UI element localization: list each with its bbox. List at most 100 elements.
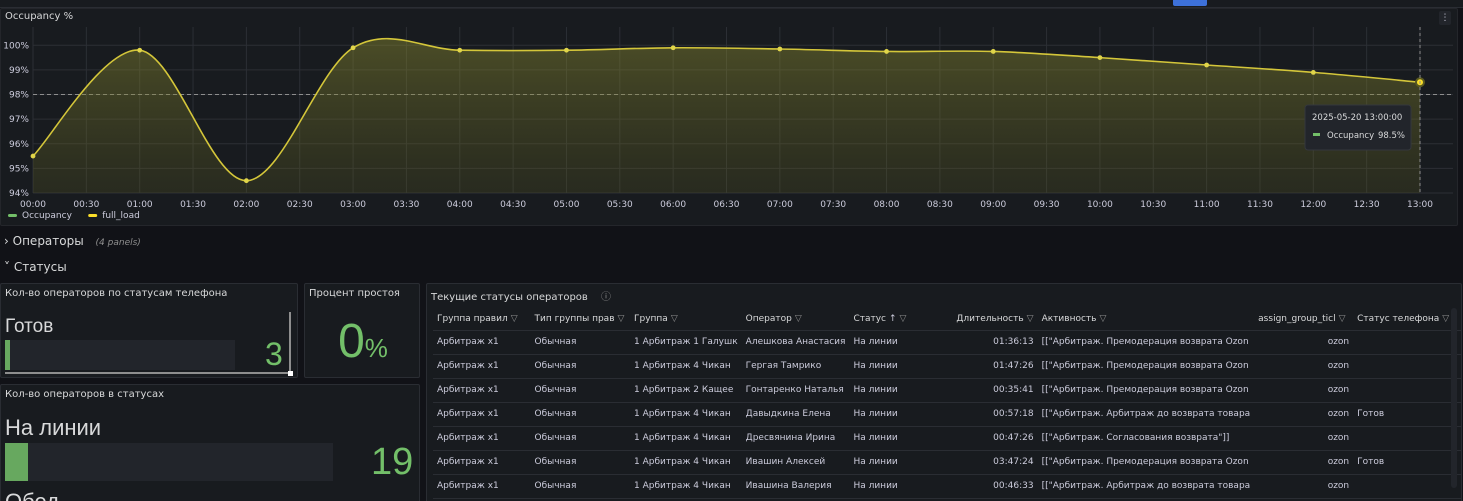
operator-cell: Гергая Тамрико xyxy=(741,354,850,379)
activity-cell: [["Арбитраж. Премодерация возврата Ozon xyxy=(1037,450,1255,475)
phone-status-cell xyxy=(1353,426,1461,451)
x-tick-label: 05:00 xyxy=(553,200,579,210)
data-point[interactable] xyxy=(350,45,356,51)
filter-icon[interactable]: ▽ xyxy=(1339,314,1346,324)
table-row[interactable]: Арбитраж x1 Обычная 1 Арбитраж 1 Галушк Але… xyxy=(433,330,1461,355)
row-label: Операторы xyxy=(12,234,84,248)
table-row[interactable]: Арбитраж x1 Обычная 1 Арбитраж 4 Чикан Дрес… xyxy=(433,426,1461,451)
phone-status-panel: Кол-во операторов по статусам телефона Г… xyxy=(0,283,298,378)
activity-cell: [["Арбитраж. Премодерация возврата Ozon xyxy=(1037,330,1255,355)
x-tick-label: 08:00 xyxy=(874,200,900,210)
status-cell: На линии xyxy=(849,330,941,355)
group-type-cell: Обычная xyxy=(530,378,631,403)
legend-swatch[interactable] xyxy=(8,214,17,217)
activity-cell: [["Арбитраж. Согласования возврата"]] xyxy=(1037,426,1255,451)
data-point[interactable] xyxy=(30,153,36,159)
x-tick-label: 02:30 xyxy=(287,200,313,210)
filter-icon[interactable]: ▽ xyxy=(1442,314,1449,324)
column-header[interactable]: Группа правил ▽ xyxy=(433,308,531,331)
bar-label-2: Обед xyxy=(5,489,59,501)
data-point[interactable] xyxy=(1204,62,1210,68)
rule-group-cell: Арбитраж x1 xyxy=(433,426,531,451)
filter-icon[interactable]: ▽ xyxy=(795,314,802,324)
resize-handle[interactable] xyxy=(288,371,293,376)
operator-status-table-panel: Текущие статусы операторов ⓘ Группа прав… xyxy=(426,283,1462,501)
more-vertical-icon[interactable]: ⋮ xyxy=(1439,11,1451,25)
status-cell: На линии xyxy=(849,450,941,475)
duration-cell: 00:46:33 xyxy=(940,474,1038,499)
data-point[interactable] xyxy=(564,47,569,53)
x-tick-label: 09:30 xyxy=(1034,200,1060,210)
assign-group-cell: ozon xyxy=(1254,378,1354,403)
table-header-row: Группа правил ▽ Тип группы прав ▽ Группа ▽ … xyxy=(433,308,1461,331)
column-header[interactable]: assign_group_ticl ▽ xyxy=(1254,308,1354,331)
filter-icon[interactable]: ▽ xyxy=(900,314,907,324)
assign-group-cell: ozon xyxy=(1254,330,1354,355)
row-statuses[interactable]: ˅ Статусы xyxy=(4,260,67,274)
idle-percent-panel: Процент простоя 0% xyxy=(304,283,420,378)
bar-label: На линии xyxy=(5,415,102,440)
table-row[interactable]: Арбитраж x1 Обычная 1 Арбитраж 4 Чикан Герг… xyxy=(433,354,1461,379)
top-toolbar xyxy=(0,0,1463,8)
data-point[interactable] xyxy=(1097,55,1103,61)
vertical-scrollbar[interactable] xyxy=(289,312,291,372)
data-point[interactable] xyxy=(243,178,249,184)
assign-group-cell: ozon xyxy=(1254,474,1354,499)
table-row[interactable]: Арбитраж x1 Обычная 1 Арбитраж 4 Чикан Иваш… xyxy=(433,474,1461,499)
y-tick-label: 94% xyxy=(9,189,29,199)
column-header[interactable]: Статус ↑ ▽ xyxy=(849,308,941,331)
table-row[interactable]: Арбитраж x1 Обычная 1 Арбитраж 2 Кащее Гонт… xyxy=(433,378,1461,403)
bar-fill xyxy=(5,340,10,370)
phone-status-cell xyxy=(1353,354,1461,379)
rule-group-cell: Арбитраж x1 xyxy=(433,402,531,427)
x-tick-label: 11:00 xyxy=(1194,200,1220,210)
legend-item[interactable]: full_load xyxy=(102,211,140,221)
filter-icon[interactable]: ▽ xyxy=(671,314,678,324)
column-header[interactable]: Оператор ▽ xyxy=(741,308,850,331)
data-point[interactable] xyxy=(457,47,463,53)
legend-swatch[interactable] xyxy=(88,214,98,217)
column-header[interactable]: Группа ▽ xyxy=(630,308,742,331)
vertical-scrollbar[interactable] xyxy=(1451,308,1457,488)
filter-icon[interactable]: ▽ xyxy=(1099,314,1106,324)
x-tick-label: 13:00 xyxy=(1407,200,1433,210)
panel-title: Текущие статусы операторов ⓘ xyxy=(431,288,611,303)
x-tick-label: 12:00 xyxy=(1300,200,1326,210)
panel-title: Кол-во операторов по статусам телефона xyxy=(5,288,228,299)
occupancy-chart[interactable]: 100% 99% 98% 97% 96% 95% 94%00:00 00:30 01:00 01:… xyxy=(1,9,1459,227)
sort-ascending-icon[interactable]: ↑ xyxy=(889,314,897,324)
filter-icon[interactable]: ▽ xyxy=(1027,314,1034,324)
row-operators[interactable]: › Операторы (4 panels) xyxy=(4,234,141,248)
y-tick-label: 100% xyxy=(3,41,29,51)
column-header-label: Активность xyxy=(1041,313,1097,324)
data-point[interactable] xyxy=(670,45,676,51)
panel-title: Кол-во операторов в статусах xyxy=(5,389,164,400)
column-header[interactable]: Статус телефона ▽ xyxy=(1353,308,1461,331)
horizontal-scrollbar[interactable] xyxy=(5,372,291,374)
phone-status-cell xyxy=(1353,474,1461,499)
table-row[interactable]: Арбитраж x1 Обычная 1 Арбитраж 4 Чикан Давы… xyxy=(433,402,1461,427)
table-row[interactable]: Арбитраж x1 Обычная 1 Арбитраж 4 Чикан Иваш… xyxy=(433,450,1461,475)
legend-item[interactable]: Occupancy xyxy=(22,211,73,221)
y-tick-label: 95% xyxy=(9,164,29,174)
group-cell: 1 Арбитраж 4 Чикан xyxy=(630,426,742,451)
data-point[interactable] xyxy=(1310,69,1316,75)
x-tick-label: 01:00 xyxy=(127,200,153,210)
primary-button[interactable] xyxy=(1173,0,1207,6)
data-point[interactable] xyxy=(777,46,783,52)
y-tick-label: 97% xyxy=(9,115,29,125)
data-point[interactable] xyxy=(137,47,143,53)
filter-icon[interactable]: ▽ xyxy=(618,314,625,324)
column-header[interactable]: Тип группы прав ▽ xyxy=(530,308,631,331)
status-cell: На линии xyxy=(849,402,941,427)
column-header[interactable]: Активность ▽ xyxy=(1037,308,1255,331)
group-type-cell: Обычная xyxy=(530,474,631,499)
data-point[interactable] xyxy=(990,49,996,54)
data-point[interactable] xyxy=(884,49,889,54)
info-icon[interactable]: ⓘ xyxy=(601,292,611,303)
column-header[interactable]: Длительность ▽ xyxy=(940,308,1038,331)
filter-icon[interactable]: ▽ xyxy=(511,314,518,324)
activity-cell: [["Арбитраж. Премодерация возврата Ozon xyxy=(1037,378,1255,403)
bar-value: 3 xyxy=(265,336,283,372)
assign-group-cell: ozon xyxy=(1254,354,1354,379)
